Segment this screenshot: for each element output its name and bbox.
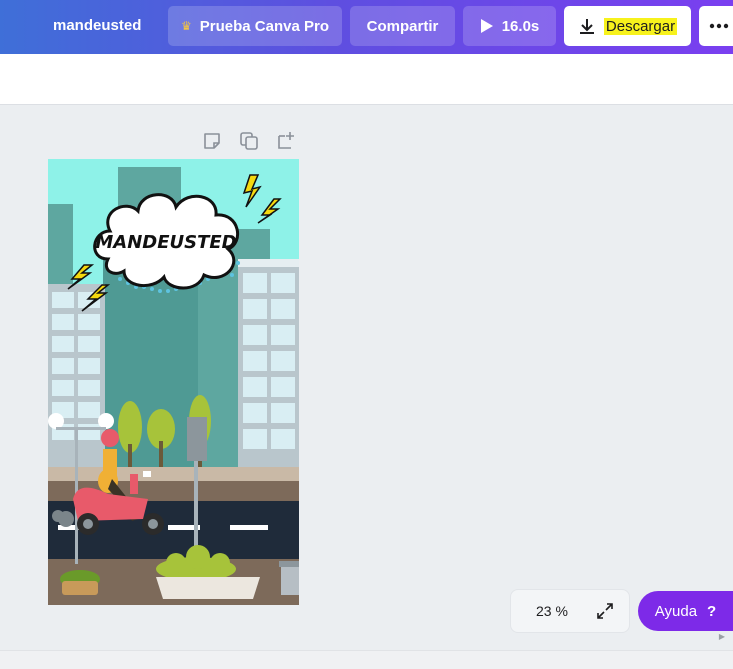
- street-illustration: MANDEUSTED: [48, 159, 299, 605]
- download-label: Descargar: [603, 17, 678, 35]
- share-button[interactable]: Compartir: [350, 6, 455, 46]
- duplicate-page-icon[interactable]: [238, 130, 260, 152]
- zoom-control[interactable]: 23 %: [510, 589, 630, 633]
- pro-trial-button[interactable]: ♛ Prueba Canva Pro: [168, 6, 342, 46]
- horizontal-scrollbar[interactable]: [0, 650, 733, 669]
- add-page-icon[interactable]: [275, 130, 297, 152]
- user-name[interactable]: mandeusted: [53, 17, 141, 34]
- share-label: Compartir: [366, 17, 439, 35]
- help-button[interactable]: Ayuda ?: [638, 591, 733, 631]
- design-title: MANDEUSTED: [95, 232, 236, 253]
- toolbar-strip: [0, 54, 733, 105]
- design-canvas[interactable]: MANDEUSTED: [48, 159, 299, 605]
- top-bar: mandeusted ♛ Prueba Canva Pro Compartir …: [0, 0, 733, 54]
- note-icon[interactable]: [201, 130, 223, 152]
- download-icon: [579, 19, 594, 34]
- more-dots-icon: [709, 23, 729, 29]
- crown-icon: ♛: [181, 19, 192, 33]
- expand-icon[interactable]: [595, 601, 615, 621]
- scroll-right-arrow-icon[interactable]: ▶: [719, 632, 725, 641]
- help-question-icon: ?: [707, 602, 717, 620]
- play-button[interactable]: 16.0s: [463, 6, 556, 46]
- more-button[interactable]: [699, 6, 733, 46]
- help-label: Ayuda: [654, 602, 698, 620]
- play-duration: 16.0s: [501, 17, 540, 35]
- download-button[interactable]: Descargar: [564, 6, 691, 46]
- pro-trial-label: Prueba Canva Pro: [199, 17, 329, 35]
- zoom-value[interactable]: 23 %: [536, 603, 568, 619]
- play-icon: [480, 19, 493, 33]
